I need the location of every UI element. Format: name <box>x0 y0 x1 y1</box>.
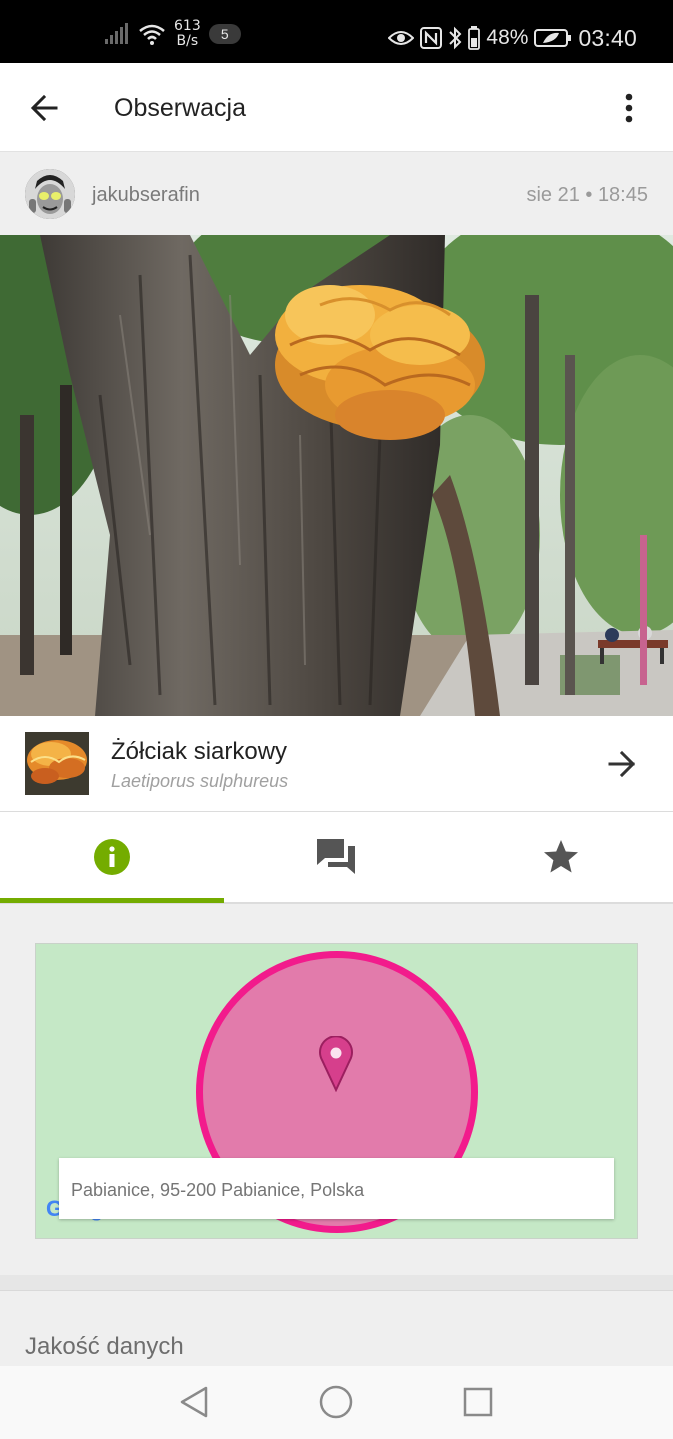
observer-row: jakubserafin sie 21 • 18:45 <box>0 153 673 235</box>
network-speed-value: 613 <box>174 18 201 34</box>
app-bar: Obserwacja <box>0 63 673 152</box>
nav-back-icon[interactable] <box>176 1384 212 1420</box>
map-pin-icon <box>319 1036 353 1092</box>
section-divider <box>0 1275 673 1291</box>
wifi-icon <box>139 24 165 45</box>
bluetooth-icon <box>449 26 462 50</box>
active-tab-indicator <box>0 898 224 903</box>
tab-comments[interactable] <box>224 812 448 902</box>
status-left: 613 B/s 5 <box>104 18 241 50</box>
notification-count-badge: 5 <box>208 24 241 44</box>
battery-percent: 48% <box>486 26 529 49</box>
nav-home-icon[interactable] <box>318 1384 354 1420</box>
status-right: 48% 03:40 <box>388 22 637 54</box>
tab-info[interactable] <box>0 812 224 902</box>
taxon-row[interactable]: Żółciak siarkowy Laetiporus sulphureus <box>0 716 673 812</box>
observation-photo[interactable] <box>0 235 673 716</box>
tab-bar <box>0 812 673 904</box>
back-arrow-icon[interactable] <box>26 89 64 127</box>
system-nav-bar <box>0 1366 673 1439</box>
username[interactable]: jakubserafin <box>92 184 200 207</box>
screen: 613 B/s 5 48% 03:40 Obserwacja jakubsera… <box>0 0 673 1439</box>
avatar[interactable] <box>25 169 75 219</box>
location-map[interactable]: Google Pabianice, 95-200 Pabianice, Pols… <box>35 943 638 1239</box>
observation-date: sie 21 • 18:45 <box>526 184 648 206</box>
arrow-right-icon[interactable] <box>604 746 640 782</box>
taxon-common-name: Żółciak siarkowy <box>111 738 288 765</box>
nav-recents-icon[interactable] <box>460 1384 496 1420</box>
info-icon <box>94 839 130 875</box>
tab-favorites[interactable] <box>448 812 673 902</box>
address-text: Pabianice, 95-200 Pabianice, Polska <box>71 1180 365 1200</box>
taxon-thumbnail-image <box>25 732 89 795</box>
address-label: Pabianice, 95-200 Pabianice, Polska <box>59 1158 614 1219</box>
network-speed-unit: B/s <box>176 33 199 49</box>
eye-icon <box>388 31 415 45</box>
taxon-thumbnail <box>25 732 89 795</box>
star-icon <box>543 840 578 873</box>
status-bar: 613 B/s 5 48% 03:40 <box>0 0 673 63</box>
data-quality-title: Jakość danych <box>25 1333 184 1360</box>
chat-icon <box>317 839 355 874</box>
clock: 03:40 <box>578 24 637 51</box>
nfc-icon <box>420 27 443 49</box>
more-options-icon[interactable] <box>612 91 646 125</box>
avatar-image <box>25 169 75 219</box>
network-speed: 613 B/s <box>174 19 201 49</box>
signal-icon <box>105 23 128 44</box>
battery-icon <box>468 26 481 50</box>
photo-image <box>0 235 673 716</box>
page-title: Obserwacja <box>114 94 246 122</box>
taxon-scientific-name: Laetiporus sulphureus <box>111 771 289 791</box>
battery-saver-icon <box>534 29 572 47</box>
